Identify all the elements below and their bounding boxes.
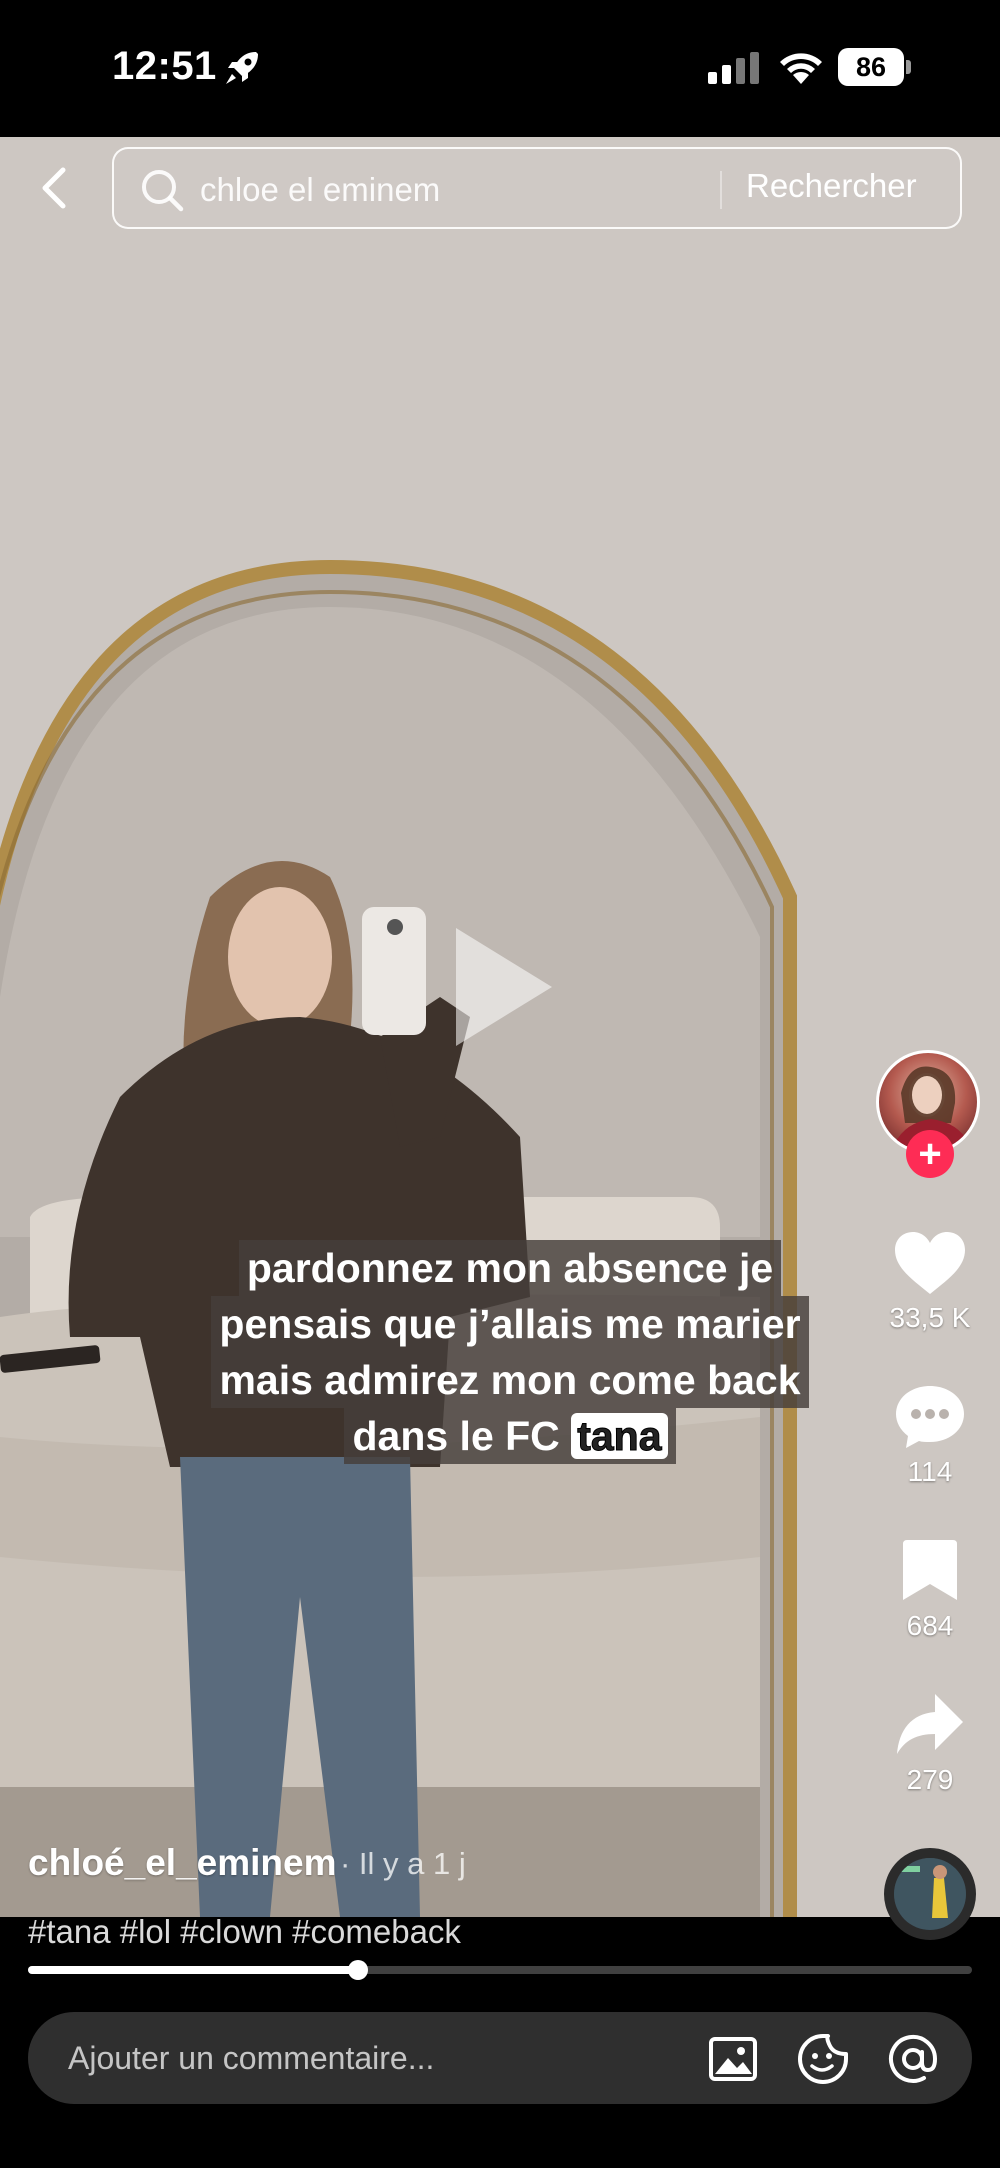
hashtags[interactable]: #tana #lol #clown #comeback [28,1913,461,1951]
caption-tag: tana [571,1413,668,1460]
caption-line-last: dans le FC tana [344,1408,676,1464]
save-button[interactable]: 684 [870,1538,990,1642]
search-input[interactable] [200,169,700,211]
sticker-icon[interactable] [796,2032,850,2086]
post-time: · Il y a 1 j [340,1846,466,1881]
share-icon [897,1694,963,1754]
caption-text: dans le FC [352,1413,560,1459]
like-count: 33,5 K [889,1302,971,1333]
mention-icon[interactable] [886,2032,940,2086]
music-disc[interactable] [884,1848,976,1940]
play-icon[interactable] [448,922,558,1052]
rocket-icon [226,52,258,84]
share-button[interactable]: 279 [870,1692,990,1796]
image-icon[interactable] [706,2032,760,2086]
search-divider [720,171,722,209]
cellular-signal-icon [708,52,759,84]
chevron-left-icon [42,167,66,209]
comment-bar [0,1980,1000,2168]
status-time: 12:51 [112,44,217,88]
search-box[interactable]: Rechercher [112,147,962,229]
progress-fill [28,1966,359,1974]
caption-line: pensais que j’allais me marier [211,1296,809,1352]
battery-indicator: 86 [838,48,912,86]
comment-box[interactable] [28,2012,972,2104]
save-count: 684 [906,1610,954,1641]
heart-icon [895,1232,965,1294]
like-button[interactable]: 33,5 K [870,1230,990,1334]
progress-knob[interactable] [348,1960,369,1980]
comment-button[interactable]: 114 [870,1384,990,1488]
bookmark-icon [903,1540,957,1600]
video-caption: pardonnez mon absence je pensais que j’a… [180,1240,840,1464]
search-icon [142,170,184,212]
share-count: 279 [906,1764,954,1795]
search-button[interactable]: Rechercher [746,167,917,205]
caption-line: pardonnez mon absence je [238,1240,782,1296]
caption-line: mais admirez mon come back [211,1352,809,1408]
video-progress-bar[interactable] [28,1960,972,1980]
battery-tip [906,60,911,74]
battery-level: 86 [838,48,904,86]
video-player[interactable] [0,137,1000,1917]
back-button[interactable] [30,160,78,216]
author-name[interactable]: chloé_el_eminem [28,1842,336,1884]
wifi-icon [780,53,822,84]
music-disc-image [894,1858,966,1930]
follow-button[interactable]: + [906,1130,954,1178]
comment-input[interactable] [68,2036,688,2080]
comment-count: 114 [907,1456,953,1487]
comment-icon [896,1386,964,1448]
status-bar: 12:51 86 [0,0,1000,137]
